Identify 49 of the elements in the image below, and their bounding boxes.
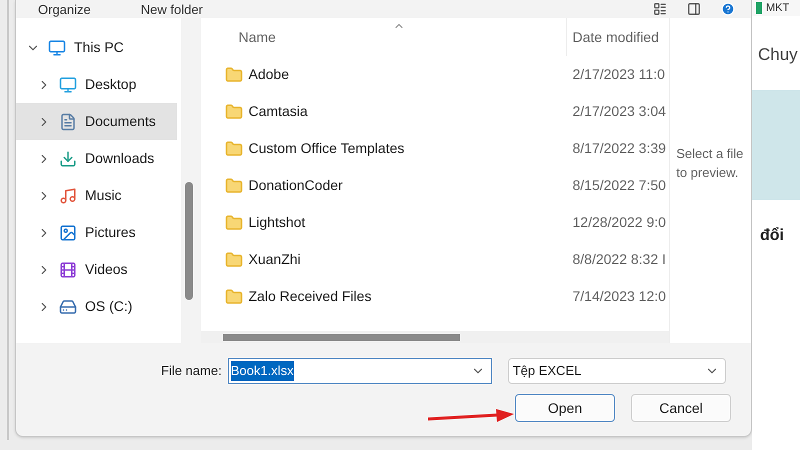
file-row[interactable]: Camtasia 2/17/2023 3:04 <box>200 93 670 130</box>
nav-item[interactable]: Videos <box>16 251 177 288</box>
page-text: đổi <box>760 227 784 244</box>
scrollbar-thumb[interactable] <box>184 182 193 300</box>
file-row[interactable]: XuanZhi 8/8/2022 8:32 I <box>200 241 670 278</box>
pictures-icon <box>59 224 77 242</box>
file-type-dropdown[interactable]: Tệp EXCEL <box>508 358 726 384</box>
nav-item[interactable]: Desktop <box>16 66 177 103</box>
nav-item[interactable]: This PC <box>16 29 177 66</box>
browser-tab[interactable]: MKT <box>766 2 790 14</box>
nav-item[interactable]: Documents <box>16 103 177 140</box>
toolbar-button[interactable]: New folder <box>140 2 203 16</box>
nav-item[interactable]: Downloads <box>16 140 177 177</box>
folder-icon <box>224 66 242 84</box>
scrollbar-thumb[interactable] <box>222 334 460 340</box>
folder-icon <box>224 176 242 194</box>
documents-icon <box>59 112 77 130</box>
folder-icon <box>224 140 242 158</box>
dialog-button[interactable]: Cancel <box>631 394 731 422</box>
file-name-field[interactable]: Book1.xlsx <box>228 358 492 384</box>
file-name-label: File name: <box>161 362 222 380</box>
nav-item[interactable]: Music <box>16 177 177 214</box>
file-row[interactable]: Lightshot 12/28/2022 9:0 <box>200 204 670 241</box>
dialog-button[interactable]: Open <box>515 394 615 422</box>
pc-icon <box>48 38 66 56</box>
preview-message: Select a file to preview. <box>676 145 744 182</box>
videos-icon <box>59 260 77 278</box>
nav-item[interactable]: Pictures <box>16 214 177 251</box>
drive-icon <box>59 298 77 316</box>
nav-item[interactable]: OS (C:) <box>16 288 177 325</box>
help-icon[interactable] <box>721 2 735 16</box>
column-header[interactable]: Name <box>238 26 276 48</box>
view-icon[interactable] <box>653 2 667 16</box>
page-heading: Chuy <box>758 45 798 64</box>
file-row[interactable]: Zalo Received Files 7/14/2023 12:0 <box>200 278 670 315</box>
desktop-icon <box>59 76 77 94</box>
file-row[interactable]: DonationCoder 8/15/2022 7:50 <box>200 167 670 204</box>
tab-marker <box>756 2 762 14</box>
folder-icon <box>224 288 242 306</box>
downloads-icon <box>59 150 77 168</box>
music-icon <box>59 186 77 204</box>
toolbar-button[interactable]: Organize <box>38 2 91 16</box>
column-header[interactable]: Date modified <box>566 18 659 56</box>
file-row[interactable]: Adobe 2/17/2023 11:0 <box>200 56 670 93</box>
folder-icon <box>224 250 242 268</box>
folder-icon <box>224 214 242 232</box>
pane-icon[interactable] <box>687 2 701 16</box>
folder-icon <box>224 102 242 120</box>
file-row[interactable]: Custom Office Templates 8/17/2022 3:39 <box>200 130 670 167</box>
